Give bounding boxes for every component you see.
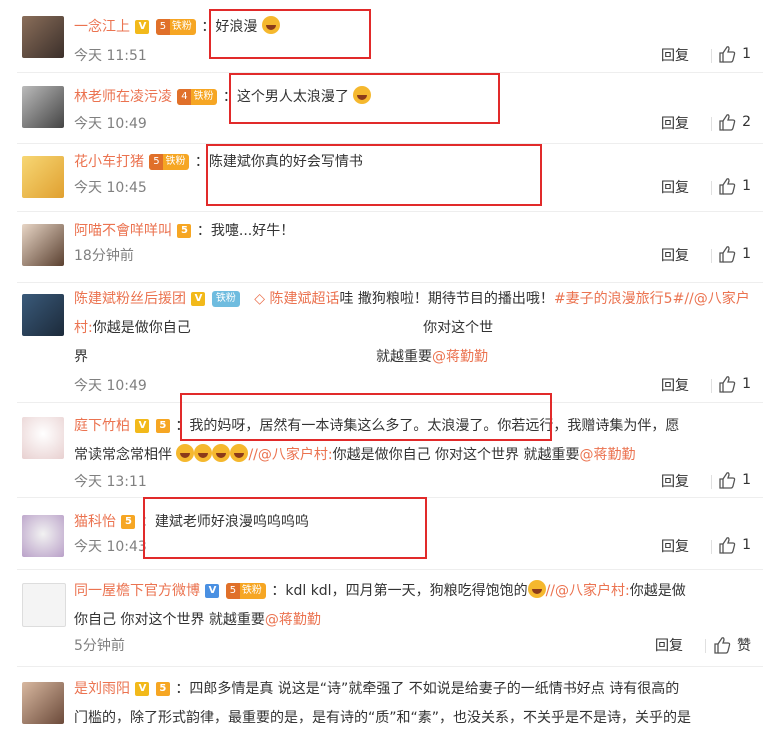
level-icon: 5 — [155, 419, 170, 433]
like-button[interactable]: 2 — [718, 113, 751, 131]
like-count: 1 — [742, 376, 751, 392]
like-icon — [719, 246, 736, 263]
like-button[interactable]: 1 — [718, 375, 751, 393]
reply-button[interactable]: 回复 — [661, 177, 689, 197]
like-count: 1 — [742, 46, 751, 62]
fan-badge: 5 铁粉 — [155, 19, 196, 35]
highlight-box — [206, 144, 542, 206]
emoji-icon — [230, 444, 249, 462]
reply-button[interactable]: 回复 — [661, 471, 689, 491]
reply-button[interactable]: 回复 — [655, 635, 683, 655]
avatar[interactable] — [22, 86, 64, 128]
avatar[interactable] — [22, 294, 64, 336]
mention-link[interactable]: //@八家户村: — [248, 447, 332, 463]
avatar[interactable] — [22, 417, 64, 459]
supertopic-link[interactable]: ◇ 陈建斌超话 — [254, 291, 339, 307]
reply-button[interactable]: 回复 — [661, 375, 689, 395]
username[interactable]: 庭下竹柏 — [74, 418, 130, 434]
like-button[interactable]: 1 — [718, 245, 751, 263]
like-icon — [719, 472, 736, 489]
like-button[interactable]: 1 — [718, 177, 751, 195]
comment-text: ：四郎多情是真 说这是“诗”就牵强了 不如说是给妻子的一纸情书好点 诗有很高的 — [175, 681, 680, 697]
comment-item: 同一屋檐下官方微博 V 5 铁粉 ：kdl kdl，四月第一天，狗粮吃得饱饱的 //… — [0, 569, 773, 666]
like-icon — [719, 537, 736, 554]
level-icon: 5 — [155, 682, 170, 696]
like-count: 1 — [742, 472, 751, 488]
comment-item: 是刘雨阳 V 5 ：四郎多情是真 说这是“诗”就牵强了 不如说是给妻子的一纸情书… — [0, 666, 773, 730]
username[interactable]: 花小车打猪 — [74, 154, 144, 170]
reply-button[interactable]: 回复 — [661, 113, 689, 133]
reply-button[interactable]: 回复 — [661, 45, 689, 65]
timestamp: 今天 11:51 — [74, 48, 147, 64]
like-icon — [714, 637, 731, 654]
username[interactable]: 同一屋檐下官方微博 — [74, 583, 200, 599]
timestamp: 今天 10:43 — [74, 539, 147, 555]
username[interactable]: 猫科怡 — [74, 514, 116, 530]
avatar[interactable] — [22, 682, 64, 724]
comment-item: 阿喵不會咩咩叫 5 ：我嚏...好牛！ 18分钟前 回复 1 — [0, 211, 773, 282]
username[interactable]: 陈建斌粉丝后援团 — [74, 291, 186, 307]
like-icon — [719, 46, 736, 63]
vip-icon: V — [135, 419, 150, 433]
like-count: 1 — [742, 537, 751, 553]
avatar[interactable] — [22, 583, 66, 627]
like-button[interactable]: 赞 — [713, 635, 751, 655]
timestamp: 今天 10:49 — [74, 116, 147, 132]
fan-badge: 4 铁粉 — [177, 89, 218, 105]
like-count: 2 — [742, 114, 751, 130]
like-label: 赞 — [737, 638, 751, 654]
reply-button[interactable]: 回复 — [661, 245, 689, 265]
comment-item: 一念江上 V 5 铁粉 ：好浪漫 今天 11:51 回复 1 — [0, 0, 773, 72]
level-icon: 5 — [121, 515, 136, 529]
mention-link[interactable]: @蒋勤勤 — [580, 447, 636, 463]
like-count: 1 — [742, 246, 751, 262]
timestamp: 今天 10:45 — [74, 180, 147, 196]
emoji-icon — [194, 444, 213, 462]
timestamp: 今天 10:49 — [74, 378, 147, 394]
username[interactable]: 阿喵不會咩咩叫 — [74, 223, 172, 239]
fan-badge: 5 铁粉 — [225, 583, 266, 599]
highlight-box — [209, 9, 371, 59]
mention-link[interactable]: //@八家户村: — [546, 583, 630, 599]
like-icon — [719, 178, 736, 195]
mention-link[interactable]: @蒋勤勤 — [265, 612, 321, 628]
emoji-icon — [527, 580, 546, 598]
mention-link[interactable]: @蒋勤勤 — [432, 349, 488, 365]
emoji-icon — [212, 444, 231, 462]
like-icon — [719, 376, 736, 393]
timestamp: 18分钟前 — [74, 248, 134, 264]
username[interactable]: 林老师在凌污凌 — [74, 89, 172, 105]
fan-badge: 5 铁粉 — [149, 154, 190, 170]
topic-link[interactable]: #妻子的浪漫旅行5# — [554, 291, 684, 307]
like-button[interactable]: 1 — [718, 536, 751, 554]
username[interactable]: 一念江上 — [74, 19, 130, 35]
username[interactable]: 是刘雨阳 — [74, 681, 130, 697]
timestamp: 5分钟前 — [74, 638, 125, 654]
vip-icon: V — [191, 292, 206, 306]
comment-item: 陈建斌粉丝后援团 V 铁粉 ◇ 陈建斌超话哇 撒狗粮啦！期待节目的播出哦！#妻子… — [0, 282, 773, 402]
avatar[interactable] — [22, 224, 64, 266]
highlight-box — [229, 73, 500, 124]
highlight-box — [143, 497, 427, 559]
comment-text: ：我嚏...好牛！ — [196, 223, 295, 239]
vip-icon: V — [205, 584, 220, 598]
vip-icon: 5 — [177, 224, 192, 238]
avatar[interactable] — [22, 515, 64, 557]
like-count: 1 — [742, 178, 751, 194]
emoji-icon — [176, 444, 195, 462]
avatar[interactable] — [22, 16, 64, 58]
vip-icon: V — [135, 682, 150, 696]
comment-text: ：kdl kdl，四月第一天，狗粮吃得饱饱的 — [271, 583, 528, 599]
highlight-box — [180, 393, 552, 441]
vip-icon: V — [135, 20, 150, 34]
like-button[interactable]: 1 — [718, 471, 751, 489]
like-button[interactable]: 1 — [718, 45, 751, 63]
reply-button[interactable]: 回复 — [661, 536, 689, 556]
fan-badge: 铁粉 — [211, 291, 240, 307]
avatar[interactable] — [22, 156, 64, 198]
timestamp: 今天 13:11 — [74, 474, 147, 490]
like-icon — [719, 114, 736, 131]
